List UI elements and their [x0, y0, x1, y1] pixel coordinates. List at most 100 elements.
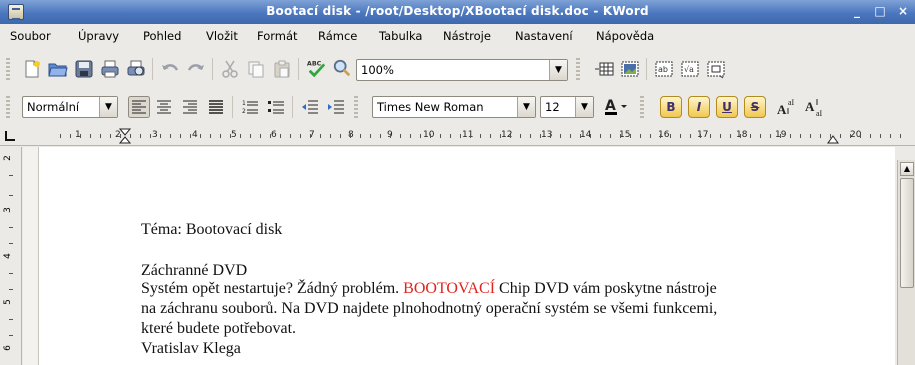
align-center-icon[interactable] — [154, 97, 174, 117]
menu-nastroje[interactable]: Nástroje — [443, 29, 491, 43]
zoom-icon[interactable] — [332, 58, 352, 78]
toolbar-grip[interactable] — [640, 96, 644, 118]
doc-topic-line[interactable]: Téma: Bootovací disk — [141, 221, 282, 239]
strikethrough-button[interactable]: S — [744, 96, 766, 118]
print-icon[interactable] — [100, 59, 120, 79]
menu-tabulka[interactable]: Tabulka — [379, 29, 422, 43]
ruler-tick — [160, 134, 161, 138]
svg-text:2: 2 — [242, 108, 246, 115]
save-icon[interactable] — [74, 59, 94, 79]
ruler-tick — [810, 134, 811, 138]
bullet-list-icon[interactable] — [266, 97, 286, 117]
vertical-scrollbar[interactable]: ▲ — [897, 160, 915, 365]
undo-icon[interactable] — [160, 59, 180, 79]
menu-vlozit[interactable]: Vložit — [206, 29, 238, 43]
toolbar-grip[interactable] — [576, 58, 580, 80]
align-right-icon[interactable] — [180, 97, 200, 117]
vertical-ruler[interactable]: 2 3 4 5 6 — [0, 147, 22, 365]
svg-text:aI: aI — [788, 98, 795, 107]
window-titlebar[interactable]: Bootací disk - /root/Desktop/XBootací di… — [0, 0, 915, 24]
toolbar-grip[interactable] — [6, 96, 10, 118]
menu-nastaveni[interactable]: Nastavení — [515, 29, 573, 43]
zoom-combo[interactable]: 100% ▼ — [356, 59, 568, 81]
right-indent-marker[interactable] — [827, 128, 839, 144]
ruler-tick — [9, 335, 13, 336]
menu-upravy[interactable]: Úpravy — [78, 29, 119, 43]
maximize-button[interactable]: □ — [872, 4, 888, 20]
redo-icon[interactable] — [186, 59, 206, 79]
underline-button[interactable]: U — [716, 96, 738, 118]
font-family-combo[interactable]: Times New Roman ▼ — [372, 96, 536, 118]
toolbar-grip[interactable] — [6, 58, 10, 80]
copy-icon[interactable] — [246, 59, 266, 79]
scrollbar-thumb[interactable] — [900, 178, 914, 288]
horizontal-ruler[interactable]: 1 2 3 4 5 6 7 8 9 10 11 12 13 14 15 16 1… — [0, 126, 915, 146]
doc-paragraph-line-3[interactable]: které budete potřebovat. — [141, 320, 296, 338]
document-page[interactable]: Téma: Bootovací disk Záchranné DVD Systé… — [38, 147, 895, 365]
paragraph-style-combo[interactable]: Normální ▼ — [22, 96, 118, 118]
ruler-tick — [240, 134, 241, 138]
menu-soubor[interactable]: Soubor — [10, 29, 51, 43]
align-justify-icon[interactable] — [206, 97, 226, 117]
text-color-icon[interactable]: A — [604, 96, 630, 118]
menu-pohled[interactable]: Pohled — [143, 29, 181, 43]
chevron-down-icon[interactable]: ▼ — [99, 97, 117, 117]
minimize-button[interactable]: _ — [849, 4, 865, 20]
insert-text-frame-icon[interactable]: ab — [654, 59, 674, 79]
decrease-indent-icon[interactable] — [300, 97, 320, 117]
ruler-tick — [730, 134, 731, 138]
ruler-tick — [390, 134, 391, 138]
chevron-down-icon[interactable]: ▼ — [549, 60, 567, 80]
print-preview-icon[interactable] — [126, 59, 146, 79]
chevron-down-icon[interactable]: ▼ — [575, 97, 593, 117]
ruler-tick — [640, 134, 641, 138]
insert-frame-icon[interactable] — [706, 59, 726, 79]
ruler-tick — [470, 134, 471, 138]
superscript-icon[interactable]: A aI — [776, 96, 800, 118]
numbered-list-icon[interactable]: 12 — [240, 97, 260, 117]
menu-format[interactable]: Formát — [257, 29, 298, 43]
spellcheck-icon[interactable]: ABC — [306, 58, 326, 78]
ruler-tick — [460, 134, 461, 138]
ruler-tick — [440, 134, 441, 138]
font-family-value: Times New Roman — [377, 100, 484, 114]
doc-paragraph-line-1[interactable]: Systém opět nestartuje? Žádný problém. B… — [141, 280, 717, 298]
tab-type-icon[interactable] — [3, 129, 17, 143]
cut-icon[interactable] — [220, 59, 240, 79]
doc-subheading[interactable]: Záchranné DVD — [141, 262, 247, 280]
insert-picture-icon[interactable] — [620, 59, 640, 79]
doc-paragraph-line-2[interactable]: na záchranu souborů. Na DVD najdete plno… — [141, 300, 717, 318]
align-left-icon[interactable] — [128, 96, 150, 118]
ruler-tick — [230, 134, 231, 138]
scroll-up-icon[interactable]: ▲ — [900, 162, 914, 176]
ruler-tick — [130, 134, 131, 138]
open-folder-icon[interactable] — [48, 59, 68, 79]
chevron-down-icon[interactable]: ▼ — [517, 97, 535, 117]
ruler-tick — [9, 243, 13, 244]
ruler-tick — [890, 134, 891, 138]
document-canvas[interactable]: Téma: Bootovací disk Záchranné DVD Systé… — [23, 147, 895, 365]
menu-napoveda[interactable]: Nápověda — [596, 29, 654, 43]
ruler-tick — [350, 134, 351, 138]
menu-ramce[interactable]: Rámce — [318, 29, 357, 43]
ruler-tick — [380, 134, 381, 138]
insert-formula-icon[interactable]: √a — [680, 59, 700, 79]
svg-text:√a: √a — [684, 65, 694, 74]
toolbar-separator — [212, 58, 213, 80]
ruler-tick — [830, 134, 831, 138]
increase-indent-icon[interactable] — [326, 97, 346, 117]
italic-button[interactable]: I — [688, 96, 710, 118]
subscript-icon[interactable]: A aI — [804, 96, 828, 118]
doc-author[interactable]: Vratislav Klega — [141, 340, 241, 358]
toolbar-grip[interactable] — [354, 96, 358, 118]
ruler-tick — [530, 134, 531, 138]
new-document-icon[interactable] — [22, 59, 42, 79]
bold-button[interactable]: B — [660, 96, 682, 118]
close-button[interactable]: × — [895, 4, 911, 20]
ruler-number: 3 — [2, 207, 13, 213]
paste-icon[interactable] — [272, 59, 292, 79]
font-size-combo[interactable]: 12 ▼ — [540, 96, 594, 118]
svg-text:A: A — [605, 98, 616, 114]
insert-table-icon[interactable] — [594, 59, 614, 79]
toolbar-separator — [232, 96, 233, 118]
